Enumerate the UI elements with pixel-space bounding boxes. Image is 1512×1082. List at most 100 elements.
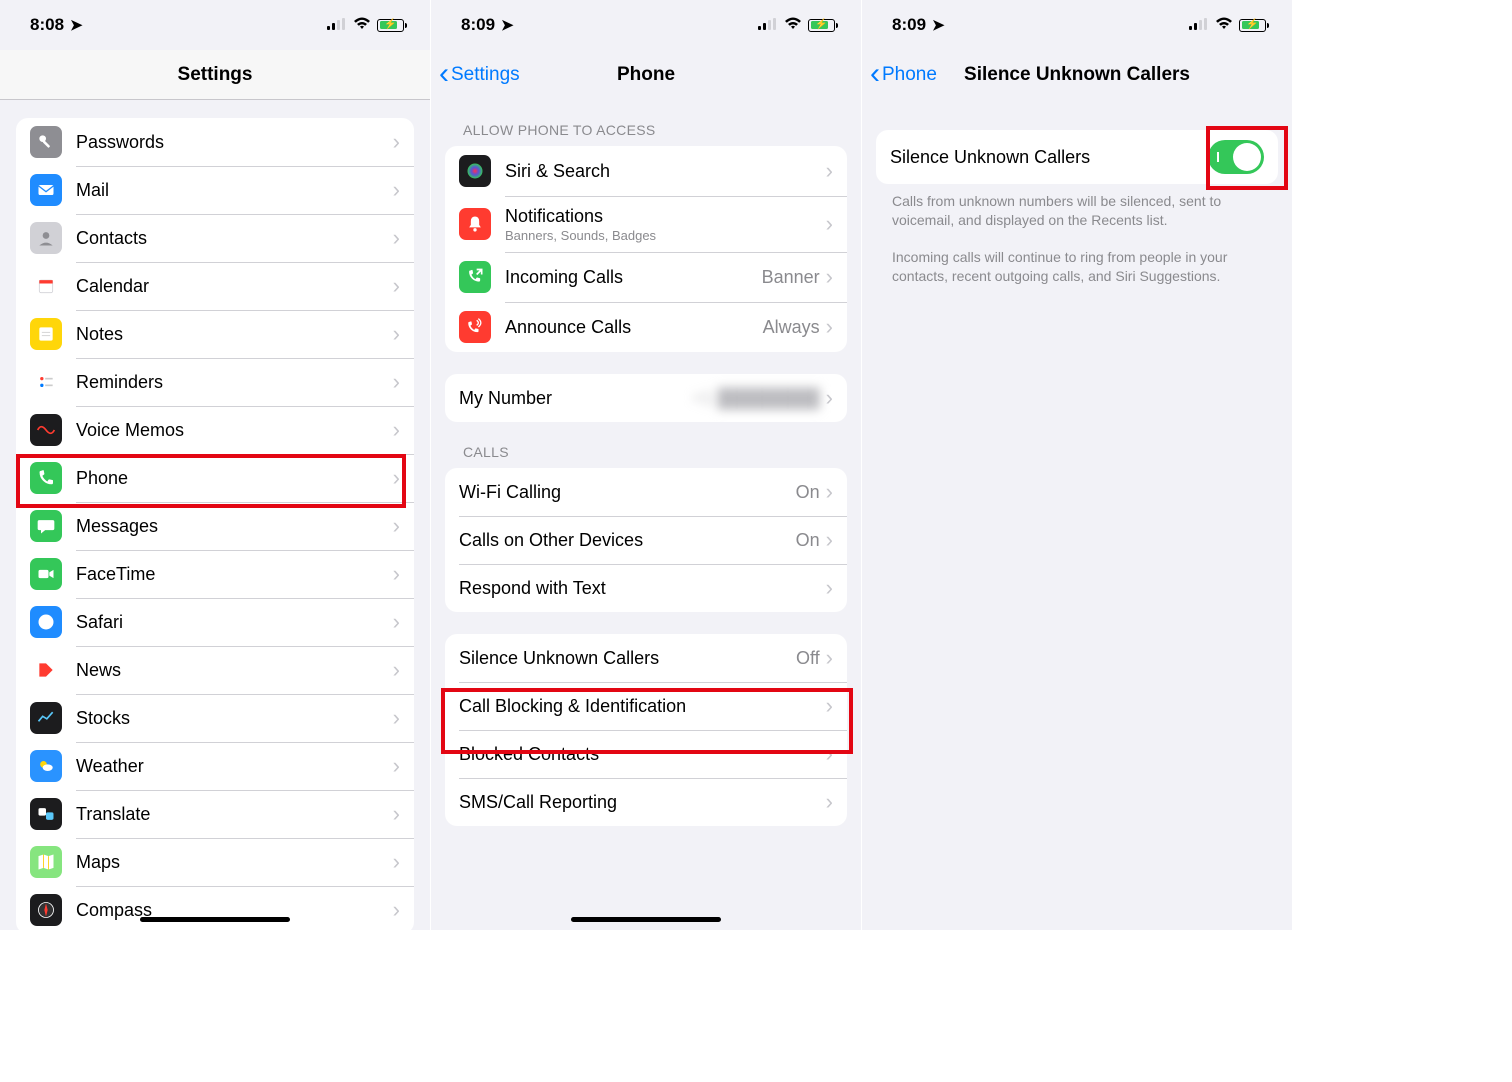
row-label: Stocks — [76, 708, 393, 729]
row-label: Safari — [76, 612, 393, 633]
settings-row-notes[interactable]: Notes› — [16, 310, 414, 358]
row-label: Silence Unknown Callers — [890, 147, 1208, 168]
chevron-right-icon: › — [826, 266, 833, 288]
row-label: My Number — [459, 388, 692, 409]
row-label: Calls on Other Devices — [459, 530, 796, 551]
row-label: SMS/Call Reporting — [459, 792, 826, 813]
chevron-right-icon: › — [826, 695, 833, 717]
back-label: Settings — [451, 64, 520, 86]
status-bar: 8:08 ➤ ⚡ — [0, 0, 430, 50]
back-label: Phone — [882, 64, 937, 86]
toggle-switch[interactable] — [1208, 140, 1264, 174]
settings-row-maps[interactable]: Maps› — [16, 838, 414, 886]
incoming-icon — [459, 261, 491, 293]
row-incoming[interactable]: Incoming CallsBanner› — [445, 252, 847, 302]
news-icon — [30, 654, 62, 686]
chevron-right-icon: › — [393, 275, 400, 297]
chevron-right-icon: › — [393, 803, 400, 825]
calendar-icon — [30, 270, 62, 302]
status-bar: 8:09 ➤ ⚡ — [431, 0, 861, 50]
nav-bar: Settings — [0, 50, 430, 100]
settings-row-reminders[interactable]: Reminders› — [16, 358, 414, 406]
facetime-icon — [30, 558, 62, 590]
row-label: Notifications — [505, 206, 826, 227]
signal-icon — [758, 15, 778, 35]
row-blocked-contacts[interactable]: Blocked Contacts› — [445, 730, 847, 778]
row-bell[interactable]: NotificationsBanners, Sounds, Badges› — [445, 196, 847, 252]
settings-row-calendar[interactable]: Calendar› — [16, 262, 414, 310]
row-label: Weather — [76, 756, 393, 777]
settings-row-compass[interactable]: Compass› — [16, 886, 414, 930]
maps-icon — [30, 846, 62, 878]
row-siri[interactable]: Siri & Search› — [445, 146, 847, 196]
row-my-number[interactable]: My Number +1 ████████ › — [445, 374, 847, 422]
settings-row-voicememos[interactable]: Voice Memos› — [16, 406, 414, 454]
stocks-icon — [30, 702, 62, 734]
voicememos-icon — [30, 414, 62, 446]
reminders-icon — [30, 366, 62, 398]
my-number-value: +1 ████████ — [692, 388, 820, 409]
row-silence-unknown-callers[interactable]: Silence Unknown CallersOff› — [445, 634, 847, 682]
back-button[interactable]: ‹ Settings — [439, 64, 520, 86]
translate-icon — [30, 798, 62, 830]
chevron-right-icon: › — [393, 323, 400, 345]
location-icon: ➤ — [932, 16, 945, 34]
description-2: Incoming calls will continue to ring fro… — [862, 230, 1292, 286]
row-respond-with-text[interactable]: Respond with Text› — [445, 564, 847, 612]
settings-row-mail[interactable]: Mail› — [16, 166, 414, 214]
row-call-blocking-identification[interactable]: Call Blocking & Identification› — [445, 682, 847, 730]
announce-icon — [459, 311, 491, 343]
settings-row-translate[interactable]: Translate› — [16, 790, 414, 838]
chevron-right-icon: › — [826, 213, 833, 235]
settings-row-facetime[interactable]: FaceTime› — [16, 550, 414, 598]
row-label: Reminders — [76, 372, 393, 393]
chevron-right-icon: › — [393, 707, 400, 729]
wifi-icon — [1215, 15, 1233, 35]
chevron-right-icon: › — [393, 563, 400, 585]
silence-unknown-screen: 8:09 ➤ ⚡ ‹ Phone Silence Unknown Callers… — [862, 0, 1292, 930]
settings-row-news[interactable]: News› — [16, 646, 414, 694]
settings-row-phone[interactable]: Phone› — [16, 454, 414, 502]
status-time: 8:09 — [892, 15, 926, 35]
row-label: Respond with Text — [459, 578, 826, 599]
chevron-right-icon: › — [393, 131, 400, 153]
settings-row-contacts[interactable]: Contacts› — [16, 214, 414, 262]
row-announce[interactable]: Announce CallsAlways› — [445, 302, 847, 352]
blocking-group: Silence Unknown CallersOff›Call Blocking… — [445, 634, 847, 826]
row-label: FaceTime — [76, 564, 393, 585]
row-label: News — [76, 660, 393, 681]
chevron-right-icon: › — [393, 227, 400, 249]
chevron-right-icon: › — [826, 647, 833, 669]
row-silence-toggle[interactable]: Silence Unknown Callers — [876, 130, 1278, 184]
row-sms-call-reporting[interactable]: SMS/Call Reporting› — [445, 778, 847, 826]
settings-row-weather[interactable]: Weather› — [16, 742, 414, 790]
chevron-right-icon: › — [393, 419, 400, 441]
messages-icon — [30, 510, 62, 542]
status-time: 8:09 — [461, 15, 495, 35]
row-calls-on-other-devices[interactable]: Calls on Other DevicesOn› — [445, 516, 847, 564]
row-label: Wi-Fi Calling — [459, 482, 796, 503]
phone-settings-screen: 8:09 ➤ ⚡ ‹ Settings Phone ALLOW PHONE TO… — [431, 0, 861, 930]
chevron-right-icon: › — [826, 791, 833, 813]
chevron-right-icon: › — [826, 577, 833, 599]
row-value: Banner — [762, 267, 820, 288]
settings-row-stocks[interactable]: Stocks› — [16, 694, 414, 742]
row-label: Voice Memos — [76, 420, 393, 441]
chevron-right-icon: › — [393, 467, 400, 489]
back-button[interactable]: ‹ Phone — [870, 64, 937, 86]
section-header-allow: ALLOW PHONE TO ACCESS — [431, 100, 861, 146]
row-value: Off — [796, 648, 820, 669]
row-label: Messages — [76, 516, 393, 537]
row-label: Mail — [76, 180, 393, 201]
settings-row-safari[interactable]: Safari› — [16, 598, 414, 646]
chevron-right-icon: › — [826, 481, 833, 503]
compass-icon — [30, 894, 62, 926]
row-label: Calendar — [76, 276, 393, 297]
row-label: Blocked Contacts — [459, 744, 826, 765]
page-title: Settings — [178, 64, 253, 86]
row-wi-fi-calling[interactable]: Wi-Fi CallingOn› — [445, 468, 847, 516]
nav-bar: ‹ Settings Phone — [431, 50, 861, 100]
chevron-right-icon: › — [826, 160, 833, 182]
settings-row-messages[interactable]: Messages› — [16, 502, 414, 550]
settings-row-key[interactable]: Passwords› — [16, 118, 414, 166]
